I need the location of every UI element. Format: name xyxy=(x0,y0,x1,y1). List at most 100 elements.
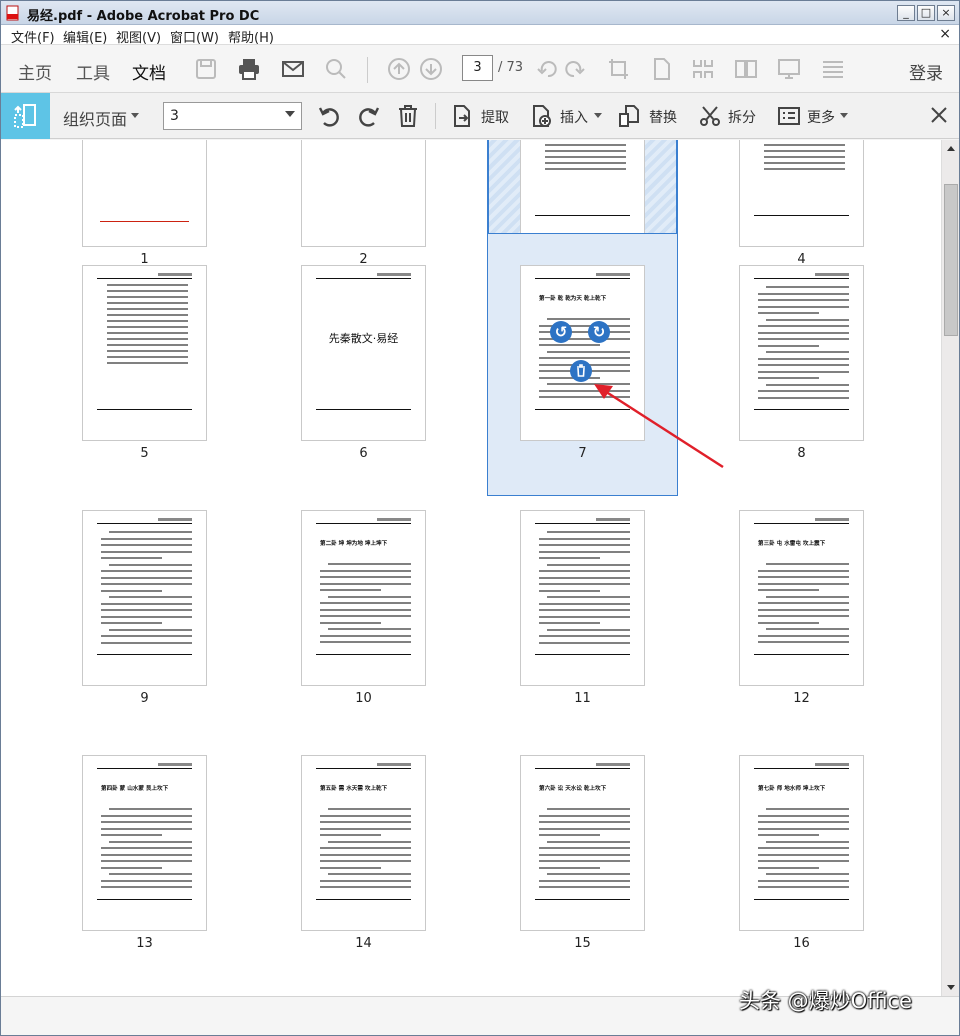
extract-pages-icon[interactable] xyxy=(450,104,474,128)
organize-pages-icon xyxy=(14,104,36,128)
text-line xyxy=(109,563,192,566)
extract-button[interactable]: 提取 xyxy=(481,107,509,127)
print-icon[interactable] xyxy=(237,57,261,81)
delete-trash-icon[interactable] xyxy=(570,360,592,382)
replace-pages-icon[interactable] xyxy=(618,104,642,128)
page-thumbnails-icon[interactable] xyxy=(691,57,715,81)
page-thumbnail[interactable]: 第三卦 屯 水雷屯 坎上震下 xyxy=(739,510,864,686)
page-footer-rule xyxy=(97,654,192,655)
tab-document[interactable]: 文档 xyxy=(130,59,168,96)
menu-window[interactable]: 窗口(W) xyxy=(170,27,219,46)
text-line xyxy=(320,608,411,611)
page-range-select[interactable]: 3 xyxy=(163,102,302,130)
chevron-down-icon[interactable] xyxy=(840,113,848,118)
text-line xyxy=(539,821,630,823)
text-line xyxy=(320,853,411,856)
text-line xyxy=(539,396,630,398)
rotate-counterclockwise-icon[interactable]: ↺ xyxy=(550,321,572,343)
split-scissors-icon[interactable] xyxy=(698,104,722,128)
text-line xyxy=(107,326,188,328)
page-footer-rule xyxy=(754,215,849,216)
scroll-thumb[interactable] xyxy=(944,184,958,336)
page-number-label: 7 xyxy=(578,446,587,461)
crop-icon[interactable] xyxy=(607,57,631,81)
vertical-scrollbar[interactable] xyxy=(941,140,959,996)
read-mode-icon[interactable] xyxy=(821,57,845,81)
text-line xyxy=(547,840,630,843)
two-page-icon[interactable] xyxy=(734,57,758,81)
page-thumbnail[interactable] xyxy=(520,140,645,247)
scroll-up-icon[interactable] xyxy=(944,142,958,156)
page-thumbnail[interactable]: 第四卦 蒙 山水蒙 艮上坎下 xyxy=(82,755,207,931)
login-link[interactable]: 登录 xyxy=(909,59,943,84)
menu-file[interactable]: 文件(F) xyxy=(11,27,55,46)
text-line xyxy=(545,156,626,158)
previous-page-icon[interactable] xyxy=(387,57,411,81)
page-thumbnail[interactable] xyxy=(82,265,207,441)
page-thumbnail[interactable] xyxy=(301,140,426,247)
text-line xyxy=(101,641,192,644)
save-icon[interactable] xyxy=(194,57,218,81)
page-header-text xyxy=(377,518,411,521)
search-icon[interactable] xyxy=(324,57,348,81)
window-title: 易经.pdf - Adobe Acrobat Pro DC xyxy=(27,9,260,24)
rotate-left-icon[interactable] xyxy=(536,57,560,81)
insert-pages-icon[interactable] xyxy=(529,104,553,128)
text-line xyxy=(101,570,192,572)
split-button[interactable]: 拆分 xyxy=(728,107,756,127)
email-icon[interactable] xyxy=(281,57,305,81)
rotate-counterclockwise-icon[interactable] xyxy=(317,104,341,128)
menu-edit[interactable]: 编辑(E) xyxy=(63,27,107,46)
page-thumbnail[interactable]: 第一卦 乾 乾为天 乾上乾下 xyxy=(520,265,645,441)
text-line xyxy=(758,312,819,314)
page-thumbnail[interactable]: 第六卦 讼 天水讼 乾上坎下 xyxy=(520,755,645,931)
text-line xyxy=(766,808,849,810)
next-page-icon[interactable] xyxy=(419,57,443,81)
page-thumbnail[interactable] xyxy=(739,140,864,247)
close-document-button[interactable]: × xyxy=(939,26,951,42)
menu-help[interactable]: 帮助(H) xyxy=(228,27,274,46)
organize-pages-title[interactable]: 组织页面 xyxy=(63,106,127,130)
close-icon[interactable] xyxy=(929,105,949,125)
rotate-clockwise-icon[interactable] xyxy=(357,104,381,128)
text-line xyxy=(758,853,849,856)
page-thumbnail[interactable]: 先秦散文·易经 xyxy=(301,265,426,441)
page-thumbnail[interactable] xyxy=(82,140,207,247)
full-screen-icon[interactable] xyxy=(777,57,801,81)
more-button[interactable]: 更多 xyxy=(807,107,835,127)
page-thumbnail[interactable] xyxy=(739,265,864,441)
more-options-icon[interactable] xyxy=(777,104,801,128)
rotate-clockwise-icon[interactable]: ↻ xyxy=(588,321,610,343)
text-line xyxy=(758,299,849,301)
page-title: 第二卦 坤 坤为地 坤上坤下 xyxy=(320,540,388,548)
page-header-rule xyxy=(316,768,411,769)
page-title: 第五卦 需 水天需 坎上乾下 xyxy=(320,785,388,793)
minimize-button[interactable]: _ xyxy=(897,5,915,21)
text-line xyxy=(539,602,630,605)
page-number-input[interactable]: 3 xyxy=(462,55,493,81)
page-thumbnail[interactable]: 第二卦 坤 坤为地 坤上坤下 xyxy=(301,510,426,686)
replace-button[interactable]: 替换 xyxy=(649,107,677,127)
scroll-down-icon[interactable] xyxy=(944,980,958,994)
maximize-button[interactable]: □ xyxy=(917,5,935,21)
page-thumbnail[interactable] xyxy=(520,510,645,686)
page-thumbnail[interactable]: 第五卦 需 水天需 坎上乾下 xyxy=(301,755,426,931)
text-line xyxy=(101,866,162,869)
delete-trash-icon[interactable] xyxy=(396,104,420,128)
text-line xyxy=(758,615,849,617)
chevron-down-icon[interactable] xyxy=(594,113,602,118)
tab-home[interactable]: 主页 xyxy=(18,59,52,84)
menu-view[interactable]: 视图(V) xyxy=(116,27,161,46)
tab-tools[interactable]: 工具 xyxy=(76,59,110,84)
text-line xyxy=(766,563,849,565)
organize-pages-tool-badge[interactable] xyxy=(1,93,50,139)
chevron-down-icon[interactable] xyxy=(131,113,139,118)
rotate-right-icon[interactable] xyxy=(562,57,586,81)
insert-button[interactable]: 插入 xyxy=(560,107,588,127)
close-window-button[interactable]: × xyxy=(937,5,955,21)
page-thumbnail[interactable] xyxy=(82,510,207,686)
text-line xyxy=(758,364,849,366)
text-line xyxy=(101,821,192,823)
page-icon[interactable] xyxy=(650,57,674,81)
page-thumbnail[interactable]: 第七卦 师 地水师 坤上坎下 xyxy=(739,755,864,931)
